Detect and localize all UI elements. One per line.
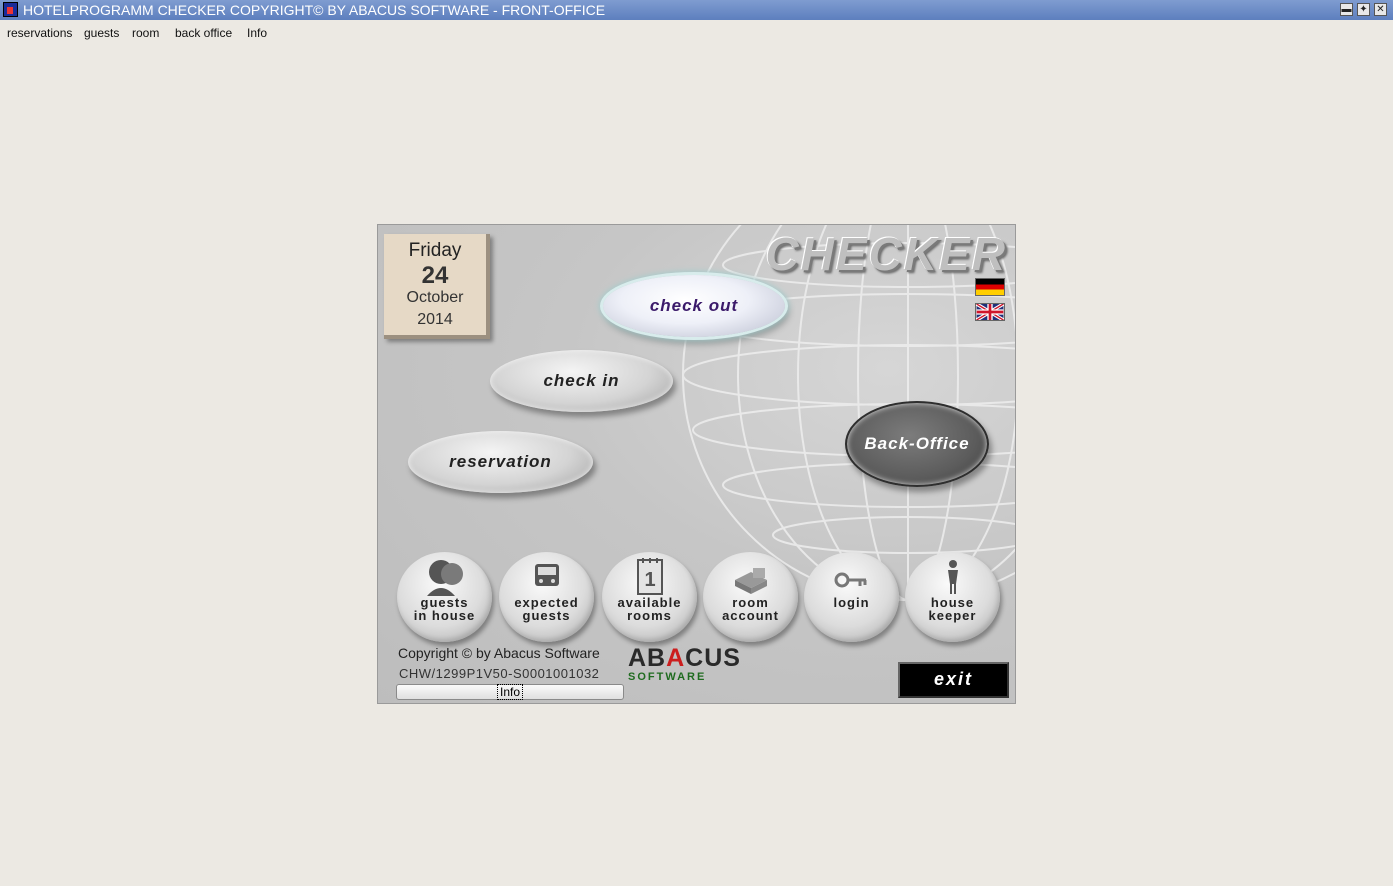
info-button-label: Info [496,684,523,700]
person-icon [947,560,958,594]
copyright-text: Copyright © by Abacus Software [398,645,600,661]
abacus-logo-part-3: CUS [685,644,741,672]
guests-icon [426,560,463,596]
german-flag-icon[interactable] [975,278,1005,296]
menu-room[interactable]: room [132,26,159,40]
info-button[interactable]: Info [396,684,624,700]
abacus-logo: ABACUS SOFTWARE [628,644,741,684]
bed-icon [734,568,767,594]
back-office-button[interactable]: Back-Office [845,401,989,487]
main-panel: CHECKER Friday 24 October 2014 check out… [377,224,1016,704]
key-icon [834,572,866,588]
house-keeper-label-2: keeper [928,608,977,623]
app-icon [3,2,18,17]
room-account-button[interactable]: room account [703,552,798,642]
calendar-month: October [406,289,464,306]
house-keeper-button[interactable]: house keeper [905,552,1000,642]
check-out-button[interactable]: check out [603,275,785,337]
available-rooms-label-2: rooms [627,608,672,623]
reservation-button[interactable]: reservation [408,431,593,493]
calendar-year: 2014 [417,311,453,328]
menu-reservations[interactable]: reservations [7,26,72,40]
calendar-day: 24 [421,262,449,289]
exit-button[interactable]: exit [898,662,1009,698]
check-in-button[interactable]: check in [490,350,673,412]
expected-guests-label-2: guests [522,608,571,623]
calendar-weekday: Friday [408,240,462,261]
calendar-icon: 1 [636,558,663,595]
close-button[interactable]: ✕ [1374,3,1387,16]
abacus-logo-part-2: A [666,644,686,672]
window-title: HOTELPROGRAMM CHECKER COPYRIGHT© BY ABAC… [23,2,606,18]
expected-guests-button[interactable]: expected guests [499,552,594,642]
checker-logo: CHECKER [765,228,1007,280]
maximize-button[interactable]: ✦ [1357,3,1370,16]
calendar-icon-number: 1 [644,569,655,591]
abacus-logo-sub: SOFTWARE [628,671,707,683]
menu-back-office[interactable]: back office [175,26,232,40]
minimize-button[interactable]: ▬ [1340,3,1353,16]
date-calendar: Friday 24 October 2014 [384,234,490,339]
abacus-logo-part-1: AB [628,644,667,672]
guests-in-house-label-2: in house [413,608,476,623]
bus-icon [534,564,559,586]
serial-number: CHW/1299P1V50-S0001001032 [399,666,600,681]
menu-info[interactable]: Info [247,26,267,40]
menu-guests[interactable]: guests [84,26,119,40]
available-rooms-button[interactable]: 1 available rooms [602,552,697,642]
login-button[interactable]: login [804,552,899,642]
guests-in-house-button[interactable]: guests in house [397,552,492,642]
title-bar: HOTELPROGRAMM CHECKER COPYRIGHT© BY ABAC… [0,0,1393,20]
uk-flag-icon[interactable] [975,303,1005,321]
login-label-1: login [833,595,870,610]
room-account-label-2: account [722,608,779,623]
